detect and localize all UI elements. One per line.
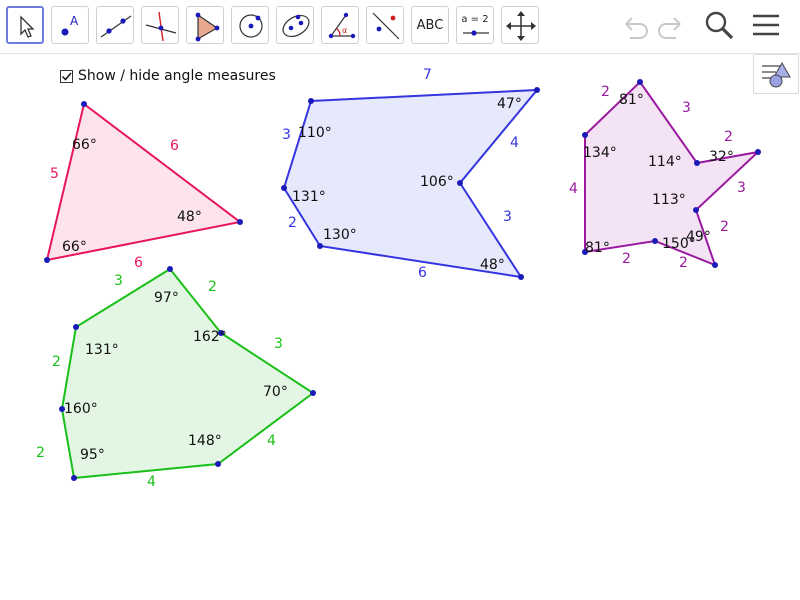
vertex-point[interactable] bbox=[317, 243, 323, 249]
vertex-point[interactable] bbox=[281, 185, 287, 191]
side-length-label: 3 bbox=[503, 209, 512, 225]
angle-measure-label: 66° bbox=[72, 137, 97, 153]
angle-measure-label: 150° bbox=[662, 236, 696, 252]
angle-measure-label: 148° bbox=[188, 433, 222, 449]
angle-measure-label: 70° bbox=[263, 384, 288, 400]
angle-measure-label: 32° bbox=[709, 149, 734, 165]
vertex-point[interactable] bbox=[71, 475, 77, 481]
angle-measure-label: 113° bbox=[652, 192, 686, 208]
angle-measure-label: 47° bbox=[497, 96, 522, 112]
blue-hexagon-shape[interactable]: 7 4 3 6 2 3 110° 47° 106° 48° 130° 131° bbox=[281, 67, 540, 281]
side-length-label: 6 bbox=[170, 138, 179, 154]
angle-measure-label: 162° bbox=[193, 329, 227, 345]
angle-measure-label: 106° bbox=[420, 174, 454, 190]
angle-measure-label: 48° bbox=[480, 257, 505, 273]
side-length-label: 5 bbox=[50, 166, 59, 182]
vertex-point[interactable] bbox=[44, 257, 50, 263]
side-length-label: 4 bbox=[569, 181, 578, 197]
side-length-label: 3 bbox=[682, 100, 691, 116]
vertex-point[interactable] bbox=[215, 461, 221, 467]
purple-polygon-shape[interactable]: 2 3 2 3 2 2 2 4 81° 114° 32° 113° 49° 15… bbox=[569, 79, 762, 271]
angle-measure-label: 81° bbox=[585, 240, 610, 256]
side-length-label: 2 bbox=[724, 129, 733, 145]
vertex-point[interactable] bbox=[308, 98, 314, 104]
side-length-label: 6 bbox=[134, 255, 143, 271]
vertex-point[interactable] bbox=[693, 207, 699, 213]
side-length-label: 2 bbox=[36, 445, 45, 461]
triangle-shape[interactable]: 6 5 6 66° 48° 66° bbox=[44, 101, 243, 271]
angle-measure-label: 48° bbox=[177, 209, 202, 225]
vertex-point[interactable] bbox=[310, 390, 316, 396]
side-length-label: 2 bbox=[52, 354, 61, 370]
side-length-label: 2 bbox=[679, 255, 688, 271]
side-length-label: 4 bbox=[147, 474, 156, 490]
graphics-view[interactable]: 6 5 6 66° 48° 66° 7 4 3 6 2 3 110° 47° 1… bbox=[0, 0, 800, 600]
vertex-point[interactable] bbox=[518, 274, 524, 280]
angle-measure-label: 81° bbox=[619, 92, 644, 108]
angle-measure-label: 131° bbox=[85, 342, 119, 358]
side-length-label: 2 bbox=[601, 84, 610, 100]
side-length-label: 4 bbox=[510, 135, 519, 151]
vertex-point[interactable] bbox=[167, 266, 173, 272]
side-length-label: 3 bbox=[282, 127, 291, 143]
angle-measure-label: 160° bbox=[64, 401, 98, 417]
vertex-point[interactable] bbox=[534, 87, 540, 93]
angle-measure-label: 114° bbox=[648, 154, 682, 170]
angle-measure-label: 110° bbox=[298, 125, 332, 141]
vertex-point[interactable] bbox=[712, 262, 718, 268]
side-length-label: 2 bbox=[208, 279, 217, 295]
angle-measure-label: 131° bbox=[292, 189, 326, 205]
side-length-label: 3 bbox=[114, 273, 123, 289]
blue-hexagon-polygon[interactable] bbox=[282, 88, 540, 279]
vertex-point[interactable] bbox=[694, 160, 700, 166]
angle-measure-label: 95° bbox=[80, 447, 105, 463]
vertex-point[interactable] bbox=[637, 79, 643, 85]
angle-measure-label: 66° bbox=[62, 239, 87, 255]
side-length-label: 7 bbox=[423, 67, 432, 83]
vertex-point[interactable] bbox=[81, 101, 87, 107]
vertex-point[interactable] bbox=[457, 180, 463, 186]
angle-measure-label: 130° bbox=[323, 227, 357, 243]
vertex-point[interactable] bbox=[73, 324, 79, 330]
side-length-label: 2 bbox=[288, 215, 297, 231]
side-length-label: 4 bbox=[267, 433, 276, 449]
angle-measure-label: 134° bbox=[583, 145, 617, 161]
green-polygon-shape[interactable]: 3 2 3 4 4 2 2 97° 162° 70° 148° 95° 160°… bbox=[36, 266, 316, 490]
side-length-label: 2 bbox=[720, 219, 729, 235]
side-length-label: 2 bbox=[622, 251, 631, 267]
side-length-label: 3 bbox=[274, 336, 283, 352]
triangle-polygon[interactable] bbox=[45, 102, 243, 262]
vertex-point[interactable] bbox=[582, 132, 588, 138]
vertex-point[interactable] bbox=[755, 149, 761, 155]
vertex-point[interactable] bbox=[652, 238, 658, 244]
side-length-label: 6 bbox=[418, 265, 427, 281]
vertex-point[interactable] bbox=[237, 219, 243, 225]
side-length-label: 3 bbox=[737, 180, 746, 196]
angle-measure-label: 97° bbox=[154, 290, 179, 306]
